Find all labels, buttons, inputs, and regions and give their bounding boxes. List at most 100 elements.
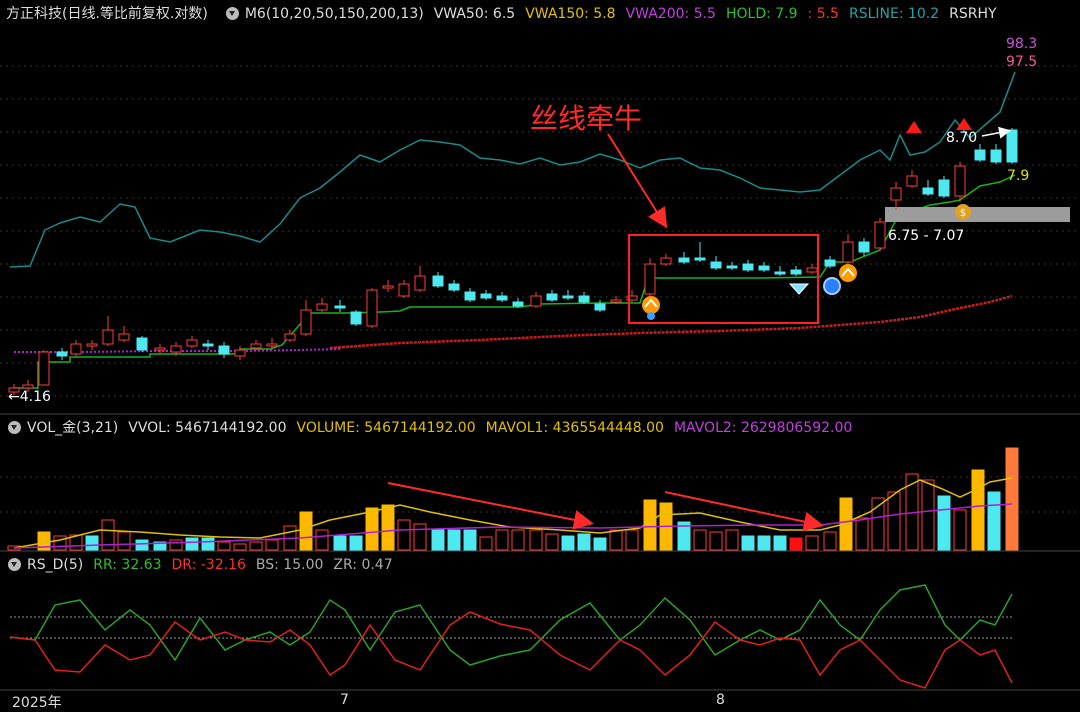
volume-bar — [725, 529, 739, 551]
volume-bar — [625, 529, 639, 551]
x-axis-month-8: 8 — [716, 692, 725, 708]
volume-bar — [413, 523, 427, 551]
candle-body — [334, 305, 346, 309]
candle-body — [102, 329, 114, 345]
candle-body — [70, 343, 82, 355]
money-bag-icon[interactable]: $ — [955, 204, 971, 220]
candle-body — [496, 295, 508, 301]
globe-signal-icon[interactable] — [823, 277, 841, 295]
hold-price-label: 7.9 — [1007, 168, 1029, 184]
candle-body — [890, 187, 902, 201]
candle-body — [414, 275, 426, 291]
candle-body — [594, 303, 606, 311]
candle-body — [938, 179, 950, 197]
candle-body — [694, 257, 706, 261]
candle-body — [644, 263, 656, 295]
candle-body — [202, 343, 214, 347]
candle-body — [118, 333, 130, 341]
candle-body — [824, 259, 836, 267]
volume-bar — [511, 529, 525, 551]
volume-bar — [381, 504, 395, 551]
candle-body — [1006, 129, 1018, 163]
volume-bar — [971, 469, 985, 551]
volume-bar — [201, 537, 215, 551]
candle-body — [266, 343, 278, 347]
diamond-signal-icon[interactable] — [788, 283, 810, 295]
volume-bar — [1005, 447, 1019, 551]
volume-bar — [397, 519, 411, 551]
volume-bar — [741, 535, 755, 551]
volume-bar — [169, 539, 183, 551]
volume-bar — [135, 539, 149, 551]
candle-body — [218, 345, 230, 355]
candle-body — [710, 261, 722, 269]
candle-body — [790, 269, 802, 275]
low-price-label: ←4.16 — [8, 389, 51, 405]
volume-bar — [53, 535, 67, 551]
volume-bar — [315, 529, 329, 551]
stock-chart-app: 方正科技(日线.等比前复权.对数) M6(10,20,50,150,200,13)… — [0, 0, 1080, 711]
candle-body — [300, 309, 312, 335]
candle-body — [806, 267, 818, 273]
candlestick-series — [8, 128, 1018, 395]
rs-second-label: 97.5 — [1006, 54, 1037, 70]
candle-body — [954, 165, 966, 197]
volume-bar — [299, 511, 313, 551]
volume-bar — [463, 529, 477, 551]
volume-bar — [265, 539, 279, 551]
candle-body — [398, 283, 410, 297]
volume-bars — [7, 447, 1019, 551]
rr-series — [9, 584, 1013, 666]
volume-bar — [937, 495, 951, 551]
volume-bar — [887, 491, 901, 551]
sell-signal-triangle-1[interactable] — [906, 121, 922, 133]
volume-bar — [593, 537, 607, 551]
volume-bar — [561, 535, 575, 551]
rsline-top-label: 98.3 — [1006, 36, 1037, 52]
volume-bar — [117, 531, 131, 551]
candle-body — [350, 311, 362, 325]
candle-body — [382, 285, 394, 289]
candle-body — [38, 351, 50, 386]
candle-body — [480, 293, 492, 299]
candle-body — [974, 149, 986, 161]
volume-trend-arrow-2 — [664, 491, 824, 532]
candle-body — [578, 295, 590, 303]
candle-body — [922, 187, 934, 195]
volume-bar — [431, 529, 445, 551]
volume-bar — [855, 517, 869, 551]
volume-bar — [805, 535, 819, 551]
candle-body — [562, 295, 574, 299]
x-axis-year: 2025年 — [12, 695, 62, 711]
buy-signal-icon[interactable] — [642, 296, 660, 320]
candle-body — [758, 265, 770, 271]
volume-bar — [823, 531, 837, 551]
candle-body — [86, 343, 98, 347]
volume-bar — [693, 529, 707, 551]
volume-bar — [365, 507, 379, 551]
volume-bar — [577, 533, 591, 551]
buy-signal-icon-2[interactable] — [839, 264, 857, 282]
volume-bar — [233, 543, 247, 551]
svg-text:$: $ — [960, 208, 966, 219]
candle-body — [874, 221, 886, 249]
volume-bar — [987, 491, 1001, 551]
volume-bar — [349, 535, 363, 551]
candle-body — [366, 289, 378, 327]
volume-bar — [479, 536, 493, 551]
candle-body — [742, 263, 754, 271]
candle-body — [186, 339, 198, 347]
candle-body — [610, 299, 622, 303]
hold-series — [14, 174, 1016, 389]
candle-body — [432, 275, 444, 287]
chart-canvas[interactable]: $ 丝线牵牛 ←4.16 8.70 7.9 6.75 - 7.07 98.3 9… — [0, 0, 1080, 711]
candle-body — [22, 384, 34, 389]
candle-body — [448, 283, 460, 291]
volume-bar — [921, 479, 935, 551]
volume-bar — [757, 535, 771, 551]
volume-bar — [185, 537, 199, 551]
volume-bar — [709, 531, 723, 551]
volume-bar — [529, 529, 543, 551]
volume-bar — [333, 535, 347, 551]
volume-bar — [85, 535, 99, 551]
